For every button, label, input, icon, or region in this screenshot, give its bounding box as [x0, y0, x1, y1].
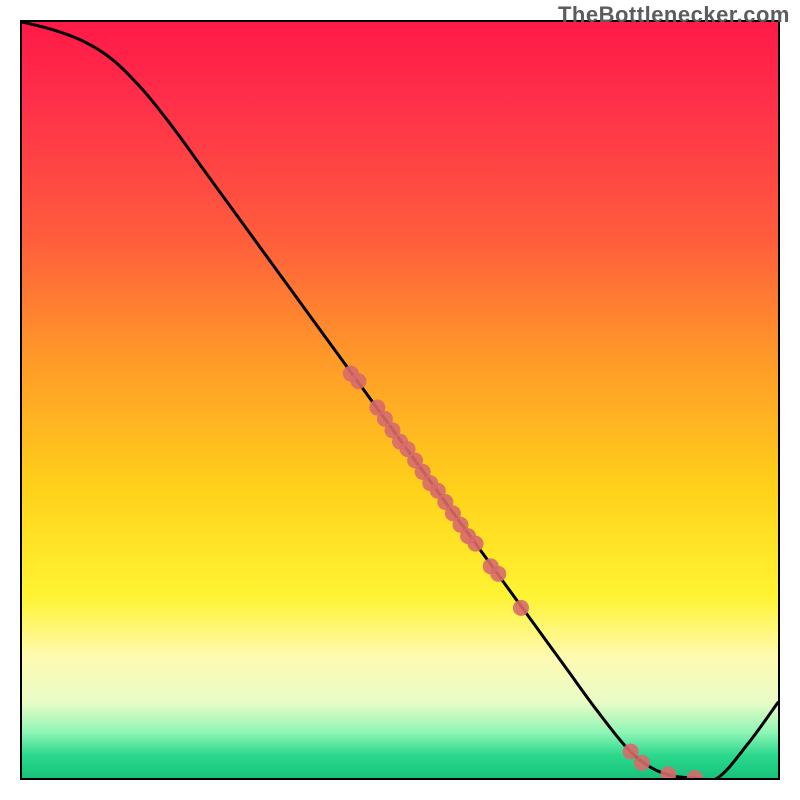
- bottleneck-chart: TheBottlenecker.com: [0, 0, 800, 800]
- plot-svg: [22, 22, 778, 778]
- data-point: [687, 770, 703, 778]
- data-point: [660, 766, 676, 778]
- data-point: [468, 536, 484, 552]
- watermark-label: TheBottlenecker.com: [558, 2, 790, 28]
- data-point: [350, 373, 366, 389]
- bottleneck-curve: [22, 22, 778, 778]
- plot-area: [20, 20, 780, 780]
- data-point: [513, 600, 529, 616]
- scatter-points: [343, 366, 703, 778]
- data-point: [490, 566, 506, 582]
- data-point: [634, 755, 650, 771]
- data-point: [623, 744, 639, 760]
